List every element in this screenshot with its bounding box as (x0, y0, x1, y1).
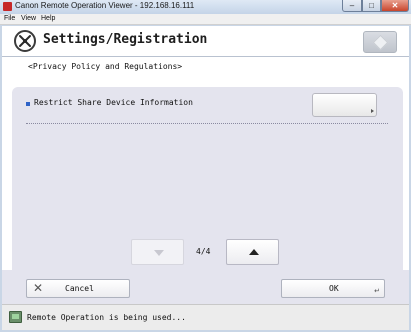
cancel-label: Cancel (65, 284, 94, 293)
window-title: Canon Remote Operation Viewer - 192.168.… (15, 1, 195, 10)
menu-view[interactable]: View (21, 15, 36, 22)
ok-button[interactable]: OK ↵ (281, 279, 385, 298)
page-title: Settings/Registration (43, 32, 208, 47)
menu-bar: File View Help (0, 14, 411, 25)
help-button[interactable] (363, 31, 397, 53)
page-indicator: 4/4 (196, 247, 211, 256)
cancel-button[interactable]: ✕ Cancel (26, 279, 130, 298)
divider (26, 123, 388, 124)
close-button[interactable]: ✕ (381, 0, 409, 12)
restrict-share-value-button[interactable] (312, 93, 377, 117)
monitor-icon (9, 311, 22, 323)
bullet-icon (26, 102, 30, 106)
arrow-up-icon (249, 249, 259, 255)
app-icon (3, 2, 12, 11)
minimize-button[interactable]: – (342, 0, 362, 12)
remote-screen: Settings/Registration <Privacy Policy an… (2, 26, 409, 330)
cancel-x-icon: ✕ (33, 281, 44, 295)
cube-icon (372, 34, 389, 51)
settings-wrench-icon (14, 30, 36, 52)
arrow-down-icon (154, 250, 164, 256)
return-icon: ↵ (374, 288, 380, 295)
maximize-button[interactable]: □ (362, 0, 381, 12)
arrow-right-icon (371, 109, 374, 113)
page-down-button[interactable] (226, 239, 279, 265)
menu-file[interactable]: File (4, 15, 15, 22)
ok-label: OK (329, 284, 339, 293)
pager: 4/4 (2, 239, 409, 267)
setting-label: Restrict Share Device Information (34, 98, 193, 107)
status-text: Remote Operation is being used... (27, 313, 186, 322)
section-title: <Privacy Policy and Regulations> (28, 62, 183, 71)
menu-help[interactable]: Help (41, 15, 55, 22)
window-titlebar: Canon Remote Operation Viewer - 192.168.… (0, 0, 411, 14)
status-bar: Remote Operation is being used... (2, 304, 409, 330)
page-header: Settings/Registration (2, 26, 409, 57)
page-up-button[interactable] (131, 239, 184, 265)
